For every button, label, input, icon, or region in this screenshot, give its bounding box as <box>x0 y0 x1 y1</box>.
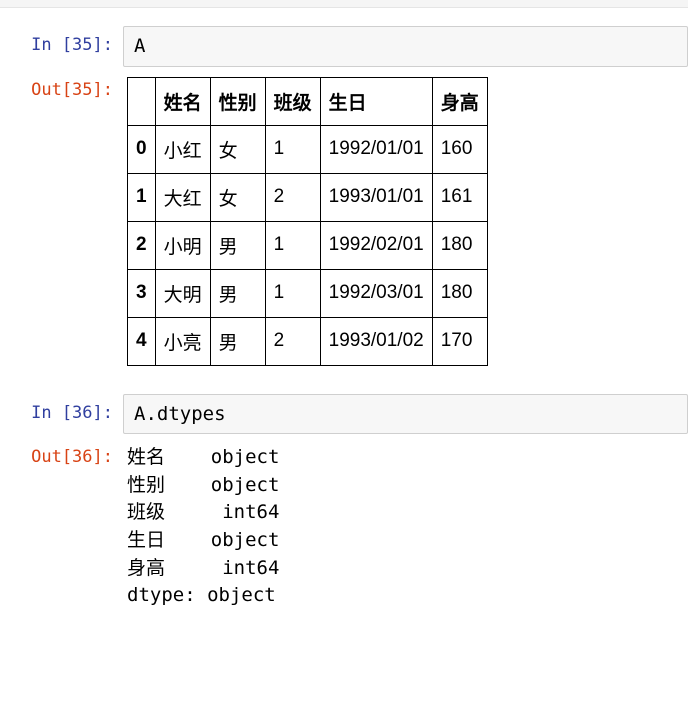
table-row: 0小红女11992/01/01160 <box>128 125 488 173</box>
output-area-1: 姓名 性别 班级 生日 身高 0小红女11992/01/011601大红女219… <box>123 71 688 366</box>
index-header <box>128 77 156 125</box>
code-input-2[interactable]: A.dtypes <box>123 394 688 435</box>
table-cell: 1992/02/01 <box>320 221 432 269</box>
code-input-1[interactable]: A <box>123 26 688 67</box>
table-cell: 小红 <box>155 125 210 173</box>
row-index: 4 <box>128 317 156 365</box>
table-cell: 1992/03/01 <box>320 269 432 317</box>
table-cell: 大明 <box>155 269 210 317</box>
table-cell: 160 <box>432 125 487 173</box>
table-cell: 2 <box>265 317 320 365</box>
table-cell: 女 <box>210 125 265 173</box>
table-cell: 女 <box>210 173 265 221</box>
out-prompt-1: Out[35]: <box>0 71 123 366</box>
cell-2-input: In [36]: A.dtypes <box>0 394 688 435</box>
table-row: 3大明男11992/03/01180 <box>128 269 488 317</box>
table-cell: 1 <box>265 221 320 269</box>
dataframe-table: 姓名 性别 班级 生日 身高 0小红女11992/01/011601大红女219… <box>127 77 488 366</box>
out-prompt-2: Out[36]: <box>0 438 123 609</box>
table-row: 4小亮男21993/01/02170 <box>128 317 488 365</box>
table-row: 1大红女21993/01/01161 <box>128 173 488 221</box>
table-row: 2小明男11992/02/01180 <box>128 221 488 269</box>
table-cell: 170 <box>432 317 487 365</box>
table-cell: 小亮 <box>155 317 210 365</box>
row-index: 1 <box>128 173 156 221</box>
table-cell: 180 <box>432 221 487 269</box>
row-index: 2 <box>128 221 156 269</box>
window-top-bar <box>0 0 688 8</box>
table-cell: 大红 <box>155 173 210 221</box>
table-cell: 1 <box>265 269 320 317</box>
col-header: 生日 <box>320 77 432 125</box>
dataframe-header-row: 姓名 性别 班级 生日 身高 <box>128 77 488 125</box>
dtypes-text: 姓名 object 性别 object 班级 int64 生日 object 身… <box>127 444 688 609</box>
table-cell: 1 <box>265 125 320 173</box>
table-cell: 161 <box>432 173 487 221</box>
cell-1-input: In [35]: A <box>0 26 688 67</box>
row-index: 0 <box>128 125 156 173</box>
in-prompt-1: In [35]: <box>0 26 123 67</box>
row-index: 3 <box>128 269 156 317</box>
table-cell: 小明 <box>155 221 210 269</box>
table-cell: 1993/01/01 <box>320 173 432 221</box>
in-prompt-2: In [36]: <box>0 394 123 435</box>
output-area-2: 姓名 object 性别 object 班级 int64 生日 object 身… <box>123 438 688 609</box>
col-header: 性别 <box>210 77 265 125</box>
table-cell: 1993/01/02 <box>320 317 432 365</box>
cell-2-output: Out[36]: 姓名 object 性别 object 班级 int64 生日… <box>0 438 688 609</box>
table-cell: 180 <box>432 269 487 317</box>
table-cell: 2 <box>265 173 320 221</box>
col-header: 姓名 <box>155 77 210 125</box>
table-cell: 1992/01/01 <box>320 125 432 173</box>
col-header: 班级 <box>265 77 320 125</box>
table-cell: 男 <box>210 221 265 269</box>
col-header: 身高 <box>432 77 487 125</box>
table-cell: 男 <box>210 269 265 317</box>
cell-1-output: Out[35]: 姓名 性别 班级 生日 身高 0小红女11992/01/011… <box>0 71 688 366</box>
table-cell: 男 <box>210 317 265 365</box>
